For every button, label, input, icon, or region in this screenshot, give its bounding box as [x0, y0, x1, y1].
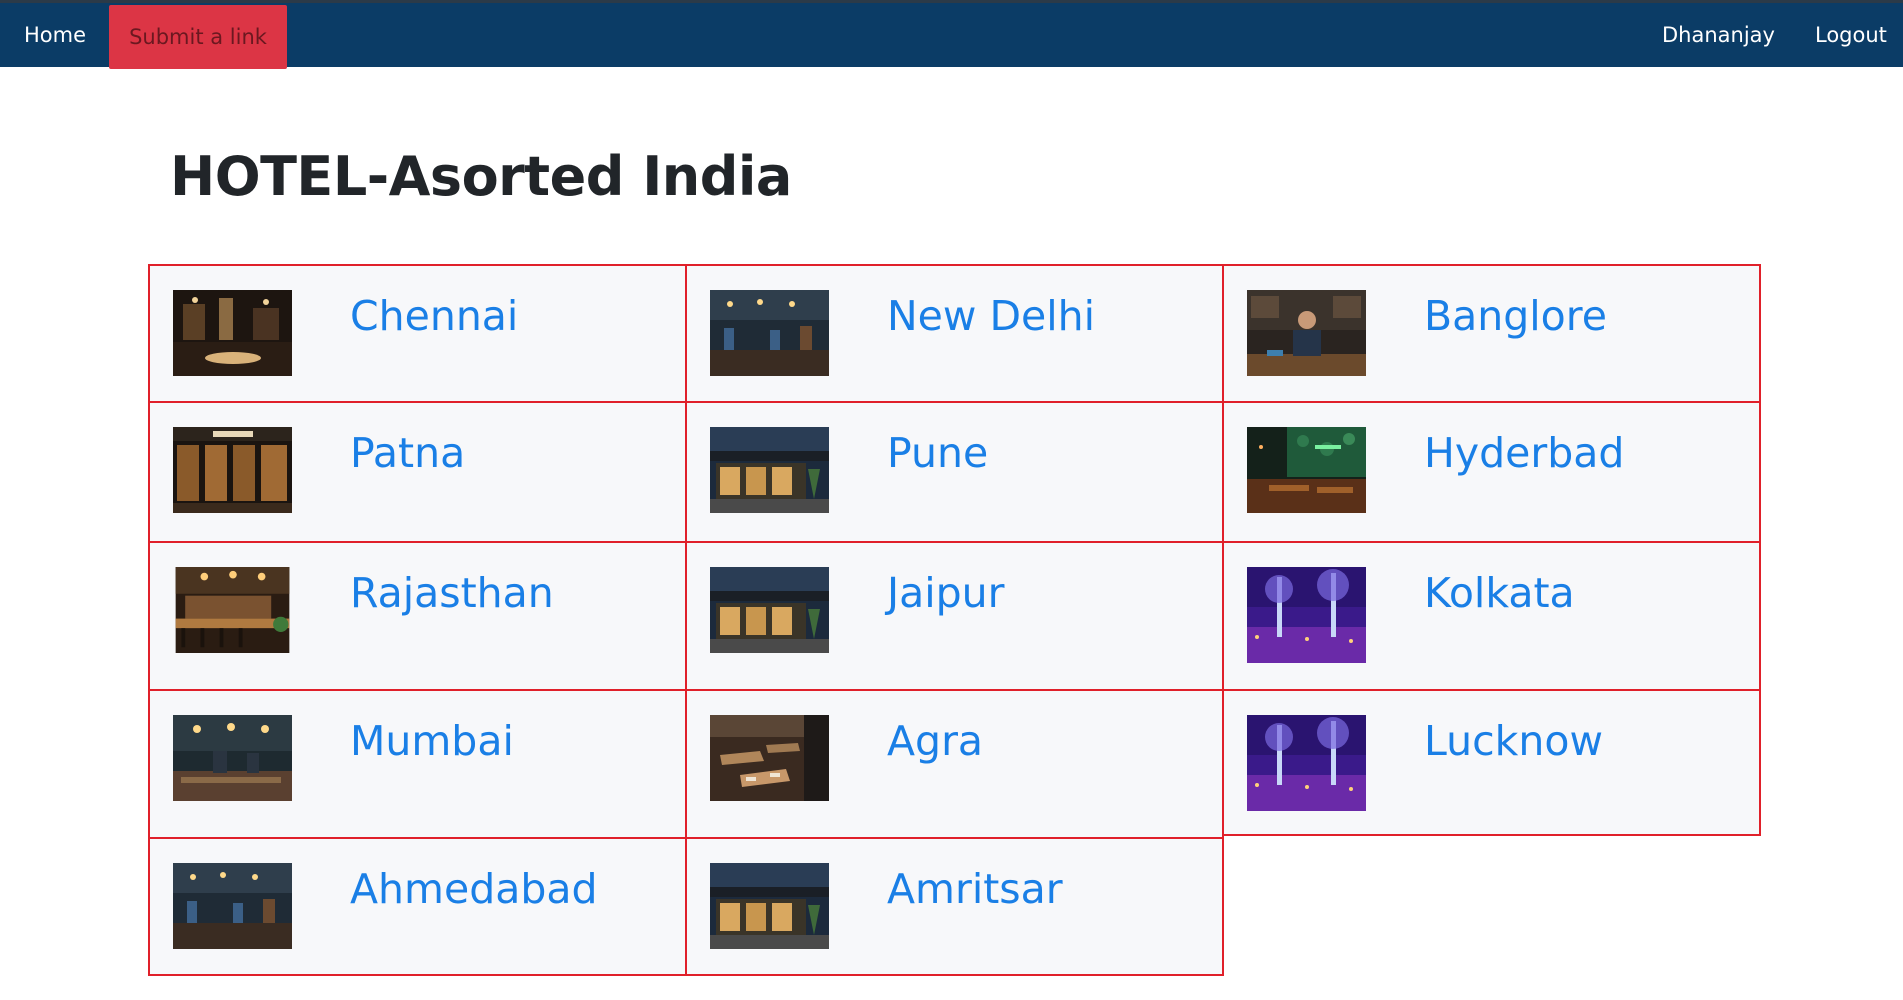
purple-lit-trees-photo	[1247, 567, 1366, 663]
navbar: Home Submit a link Dhananjay Logout	[0, 3, 1903, 69]
city-link[interactable]: New Delhi	[887, 292, 1095, 340]
city-card: Mumbai	[148, 689, 687, 839]
city-card: Banglore	[1222, 264, 1761, 403]
city-link[interactable]: Banglore	[1424, 292, 1607, 340]
city-card: Rajasthan	[148, 541, 687, 691]
city-link[interactable]: Lucknow	[1424, 717, 1603, 765]
page-title: HOTEL-Asorted India	[170, 145, 792, 208]
city-card: Chennai	[148, 264, 687, 403]
dining-tables-photo	[710, 715, 829, 801]
city-link[interactable]: Hyderbad	[1424, 429, 1624, 477]
purple-lit-trees-photo	[1247, 715, 1366, 811]
city-link[interactable]: Pune	[887, 429, 988, 477]
restaurant-exterior-photo	[710, 567, 829, 653]
nav-home-link[interactable]: Home	[24, 3, 86, 67]
hotel-interior-photo	[173, 290, 292, 376]
city-card: Lucknow	[1222, 689, 1761, 836]
restaurant-photo	[710, 290, 829, 376]
city-link[interactable]: Rajasthan	[350, 569, 554, 617]
restaurant-facade-photo	[173, 427, 292, 513]
city-card: Patna	[148, 401, 687, 543]
green-wall-restaurant-photo	[1247, 427, 1366, 513]
city-card: New Delhi	[685, 264, 1224, 403]
city-link[interactable]: Agra	[887, 717, 983, 765]
city-card: Ahmedabad	[148, 837, 687, 976]
chef-photo	[1247, 290, 1366, 376]
city-link[interactable]: Kolkata	[1424, 569, 1575, 617]
city-card: Jaipur	[685, 541, 1224, 691]
bar-counter-photo	[175, 567, 290, 653]
nav-user-link[interactable]: Dhananjay	[1662, 3, 1775, 67]
city-link[interactable]: Jaipur	[887, 569, 1004, 617]
logout-link[interactable]: Logout	[1815, 3, 1887, 67]
city-card: Kolkata	[1222, 541, 1761, 691]
restaurant-exterior-photo	[710, 863, 829, 949]
city-card: Agra	[685, 689, 1224, 839]
cafe-interior-photo	[173, 715, 292, 801]
city-link[interactable]: Mumbai	[350, 717, 514, 765]
submit-link-button[interactable]: Submit a link	[109, 5, 287, 69]
city-card: Hyderbad	[1222, 401, 1761, 543]
city-link[interactable]: Patna	[350, 429, 465, 477]
restaurant-exterior-photo	[710, 427, 829, 513]
restaurant-photo	[173, 863, 292, 949]
city-link[interactable]: Amritsar	[887, 865, 1063, 913]
city-card: Pune	[685, 401, 1224, 543]
city-link[interactable]: Ahmedabad	[350, 865, 598, 913]
city-link[interactable]: Chennai	[350, 292, 518, 340]
city-card: Amritsar	[685, 837, 1224, 976]
